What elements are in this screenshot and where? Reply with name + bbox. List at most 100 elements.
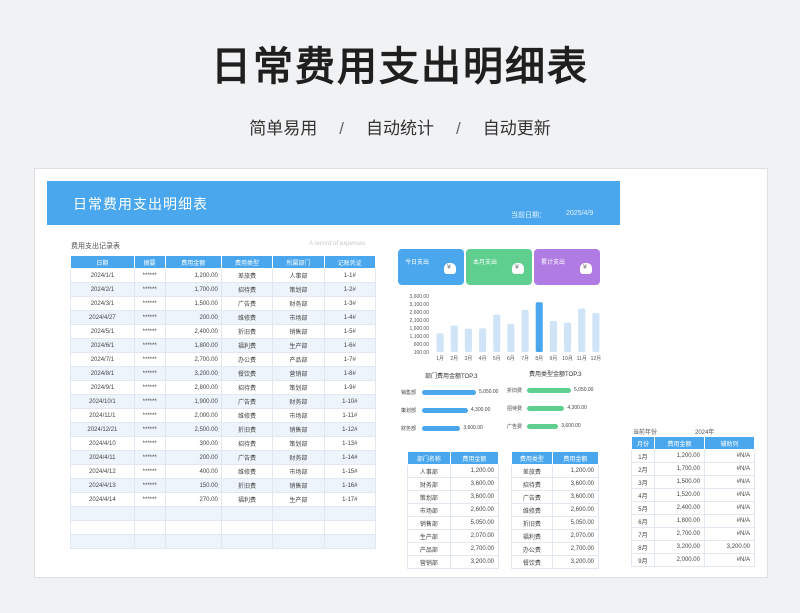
table-cell[interactable] [272,534,325,549]
table-cell[interactable] [220,534,274,549]
table-cell[interactable] [323,534,377,549]
table-cell[interactable]: 1,200.00 [449,464,500,478]
top3-bar[interactable] [422,390,476,395]
year-value[interactable]: 2024年 [695,427,714,436]
table-cell[interactable]: ****** [133,338,166,353]
bar[interactable] [578,308,586,352]
table-cell[interactable]: 3,200.00 [551,555,600,569]
table-cell[interactable]: 2,400.00 [164,324,222,339]
table-cell[interactable]: 8月 [631,540,655,554]
table-cell[interactable]: 办公费 [220,352,274,367]
table-cell[interactable]: 差旅费 [220,268,274,283]
table-cell[interactable]: ****** [133,436,166,451]
table-cell[interactable] [164,520,222,535]
table-cell[interactable]: 200.00 [164,450,222,465]
table-cell[interactable] [70,520,135,535]
table-cell[interactable]: ****** [133,492,166,507]
table-cell[interactable]: 销售部 [272,324,325,339]
table-cell[interactable]: 策划部 [272,380,325,395]
table-cell[interactable]: 2,400.00 [653,501,705,515]
table-cell[interactable]: 产品部 [407,542,451,556]
table-cell[interactable]: 3,200.00 [653,540,705,554]
table-cell[interactable]: #N/A [703,527,756,541]
table-cell[interactable]: 2024/4/14 [70,492,135,507]
table-cell[interactable]: 2024/4/13 [70,478,135,493]
table-cell[interactable]: 1-2# [323,282,377,297]
table-cell[interactable]: 1-9# [323,380,377,395]
table-cell[interactable]: 1-10# [323,394,377,409]
table-cell[interactable]: 办公费 [511,542,553,556]
table-cell[interactable] [220,506,274,521]
table-cell[interactable]: 1,800.00 [653,514,705,528]
table-cell[interactable]: 差旅费 [511,464,553,478]
table-cell[interactable]: 折旧费 [220,478,274,493]
bar[interactable] [592,313,600,352]
table-cell[interactable]: 2月 [631,462,655,476]
table-cell[interactable]: 人事部 [407,464,451,478]
table-cell[interactable] [272,506,325,521]
table-cell[interactable]: 2024/4/11 [70,450,135,465]
table-cell[interactable]: 1月 [631,449,655,463]
table-cell[interactable]: 维修费 [511,503,553,517]
table-cell[interactable]: ****** [133,422,166,437]
table-cell[interactable]: 7月 [631,527,655,541]
table-cell[interactable] [164,534,222,549]
table-cell[interactable]: 生产部 [407,529,451,543]
table-cell[interactable]: 400.00 [164,464,222,479]
table-cell[interactable] [133,534,166,549]
table-cell[interactable]: 5,050.00 [449,516,500,530]
table-cell[interactable]: 2,800.00 [164,380,222,395]
table-cell[interactable]: 生产部 [272,338,325,353]
table-cell[interactable]: 广告费 [220,450,274,465]
table-cell[interactable]: 1-6# [323,338,377,353]
table-cell[interactable]: 1,500.00 [653,475,705,489]
table-cell[interactable]: 1-5# [323,324,377,339]
table-cell[interactable]: 1-13# [323,436,377,451]
table-cell[interactable]: 维修费 [220,408,274,423]
table-cell[interactable]: 1-7# [323,352,377,367]
table-cell[interactable]: 5,050.00 [551,516,600,530]
table-cell[interactable]: 销售部 [272,478,325,493]
table-cell[interactable]: 销售部 [407,516,451,530]
table-cell[interactable]: 折旧费 [220,422,274,437]
table-cell[interactable]: 维修费 [220,310,274,325]
table-cell[interactable]: 6月 [631,514,655,528]
table-cell[interactable]: #N/A [703,475,756,489]
table-cell[interactable]: 5月 [631,501,655,515]
table-cell[interactable]: 产品部 [272,352,325,367]
table-cell[interactable]: 1,200.00 [653,449,705,463]
table-cell[interactable]: ****** [133,324,166,339]
table-cell[interactable] [133,506,166,521]
table-cell[interactable]: 1,700.00 [164,282,222,297]
table-cell[interactable]: 销售部 [272,422,325,437]
table-cell[interactable]: 1-8# [323,366,377,381]
table-cell[interactable]: 2024/1/1 [70,268,135,283]
table-cell[interactable]: 2024/4/10 [70,436,135,451]
table-cell[interactable] [70,506,135,521]
table-cell[interactable]: 2024/10/1 [70,394,135,409]
table-cell[interactable]: ****** [133,464,166,479]
table-cell[interactable]: ****** [133,296,166,311]
table-cell[interactable]: 维修费 [220,464,274,479]
table-cell[interactable]: 1,800.00 [164,338,222,353]
kpi-card[interactable]: 今日支出 [398,249,464,285]
table-cell[interactable]: 2024/4/12 [70,464,135,479]
table-cell[interactable]: 策划部 [407,490,451,504]
table-cell[interactable]: 1,500.00 [164,296,222,311]
table-cell[interactable]: 福利费 [511,529,553,543]
table-cell[interactable]: 2,700.00 [551,542,600,556]
table-cell[interactable]: 1-12# [323,422,377,437]
bar[interactable] [464,328,472,352]
table-cell[interactable]: ****** [133,394,166,409]
table-cell[interactable]: 财务部 [272,394,325,409]
table-cell[interactable]: 1,900.00 [164,394,222,409]
table-cell[interactable]: 2,700.00 [164,352,222,367]
table-cell[interactable]: 2024/11/1 [70,408,135,423]
table-cell[interactable]: 1-1# [323,268,377,283]
table-cell[interactable]: ****** [133,366,166,381]
table-cell[interactable]: 2024/5/1 [70,324,135,339]
table-cell[interactable]: 2,070.00 [551,529,600,543]
bar[interactable] [507,324,515,352]
table-cell[interactable]: 福利费 [220,492,274,507]
top3-bar[interactable] [527,406,565,411]
